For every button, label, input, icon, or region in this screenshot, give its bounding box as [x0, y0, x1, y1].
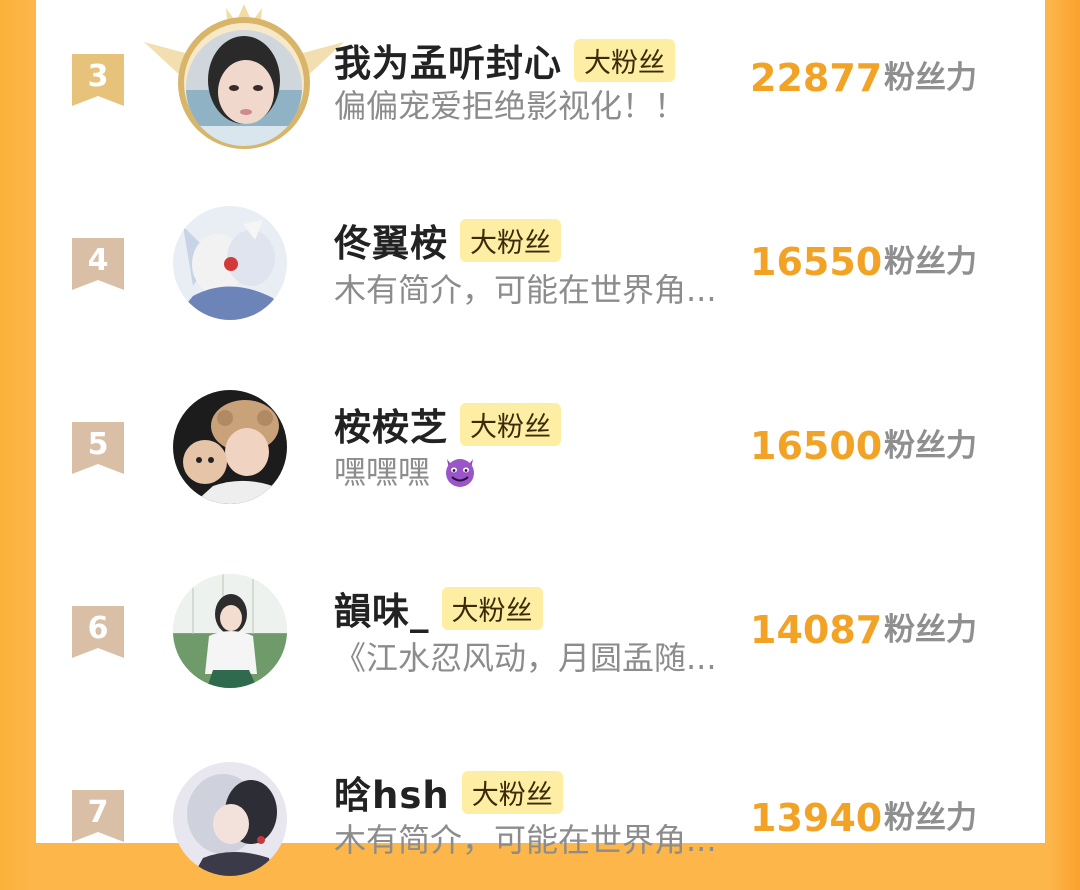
smiling-devil-emoji — [446, 459, 475, 487]
rank-tag: 4 — [72, 238, 124, 290]
fan-score-unit: 粉丝力 — [884, 612, 977, 648]
avatar[interactable] — [173, 390, 287, 504]
fan-level-badge: 大粉丝 — [574, 38, 675, 82]
fan-score: 22877 — [750, 56, 883, 100]
rank-number: 4 — [87, 243, 109, 278]
fan-level-badge: 大粉丝 — [461, 770, 563, 814]
fan-score: 13940 — [750, 796, 883, 840]
rank-tag: 6 — [72, 606, 124, 658]
rank-number: 6 — [87, 611, 109, 646]
user-bio: 《江水忍风动，月圆孟随... — [334, 639, 717, 677]
avatar[interactable] — [173, 206, 287, 320]
fan-ranking-list: 3 我为孟听封心 大粉丝 偏偏宠爱拒绝影视化！！ 22877 粉丝力 4 佟翼桉… — [36, 0, 1045, 876]
fan-score-unit: 粉丝力 — [884, 244, 977, 280]
ranking-row[interactable]: 7 晗hsh 大粉丝 木有简介，可能在世界角... 13940 粉丝力 — [36, 740, 1045, 890]
user-bio: 嘿嘿嘿 — [334, 452, 744, 492]
avatar[interactable] — [186, 30, 302, 146]
fan-score-unit: 粉丝力 — [884, 800, 977, 836]
rank-tag: 7 — [72, 790, 124, 842]
user-bio: 偏偏宠爱拒绝影视化！！ — [334, 87, 687, 125]
user-name[interactable]: 桉桉芝 — [334, 397, 448, 451]
avatar[interactable] — [173, 574, 287, 688]
user-name[interactable]: 佟翼桉 — [334, 213, 448, 267]
ranking-row[interactable]: 6 韻味_ 大粉丝 《江水忍风动，月圆孟随... 14087 粉丝力 — [36, 556, 1045, 706]
fan-level-badge: 大粉丝 — [460, 402, 561, 446]
ranking-row[interactable]: 5 桉桉芝 大粉丝 嘿嘿嘿 16500 粉丝力 — [36, 372, 1045, 522]
rank-number: 7 — [87, 795, 109, 830]
avatar[interactable] — [173, 762, 287, 876]
user-name[interactable]: 韻味_ — [334, 581, 430, 635]
ranking-row[interactable]: 4 佟翼桉 大粉丝 木有简介，可能在世界角... 16550 粉丝力 — [36, 188, 1045, 338]
rank-number: 5 — [87, 427, 109, 462]
fan-level-badge: 大粉丝 — [460, 218, 561, 262]
user-name[interactable]: 我为孟听封心 — [334, 33, 562, 87]
user-bio: 木有简介，可能在世界角... — [334, 271, 717, 309]
rank-tag: 3 — [72, 54, 124, 106]
user-name[interactable]: 晗hsh — [334, 765, 450, 819]
fan-score-unit: 粉丝力 — [884, 60, 977, 96]
fan-score-unit: 粉丝力 — [884, 428, 977, 464]
user-bio-text: 嘿嘿嘿 — [334, 453, 431, 491]
rank-tag: 5 — [72, 422, 124, 474]
user-bio: 木有简介，可能在世界角... — [334, 821, 717, 859]
fan-level-badge: 大粉丝 — [441, 586, 543, 630]
fan-score: 16500 — [750, 424, 883, 468]
fan-score: 16550 — [750, 240, 883, 284]
fan-score: 14087 — [750, 608, 883, 652]
rank-number: 3 — [87, 59, 109, 94]
ranking-row[interactable]: 3 我为孟听封心 大粉丝 偏偏宠爱拒绝影视化！！ 22877 粉丝力 — [36, 4, 1045, 154]
